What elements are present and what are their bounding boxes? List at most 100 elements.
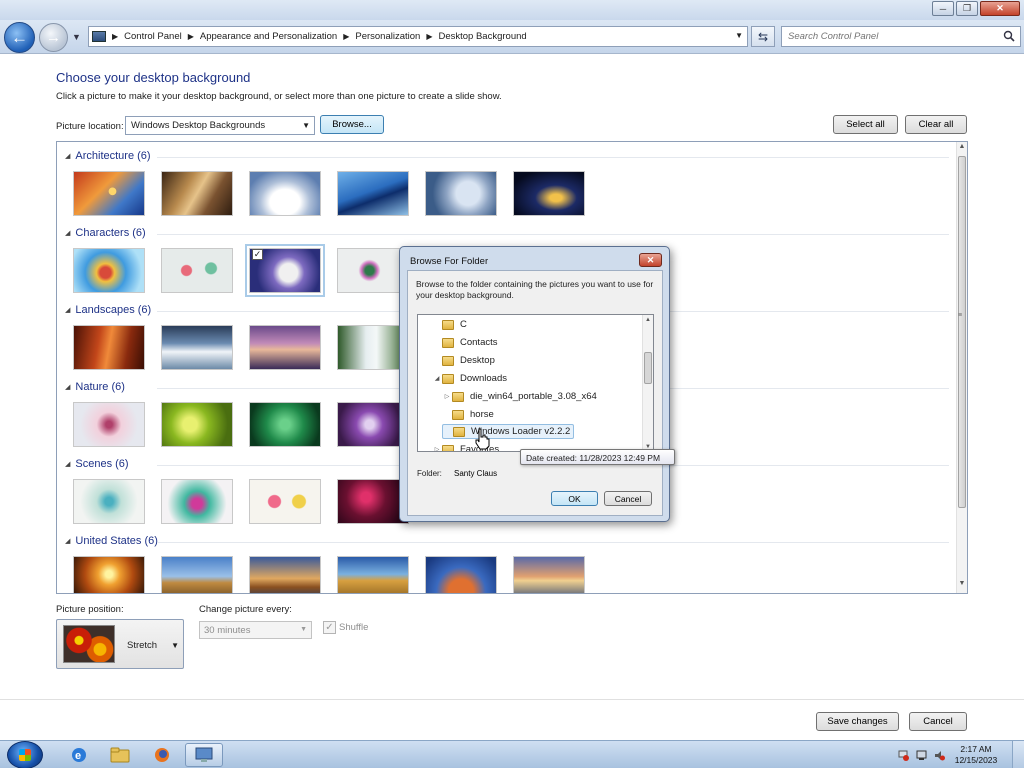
wallpaper-thumbnail[interactable] — [161, 248, 233, 293]
clear-all-button[interactable]: Clear all — [905, 115, 967, 134]
breadcrumb-control-panel[interactable]: Control Panel — [124, 31, 182, 42]
group-characters[interactable]: ◢ Characters (6) — [65, 227, 146, 239]
forward-button[interactable]: → — [39, 23, 68, 52]
system-clock[interactable]: 2:17 AM 12/15/2023 — [946, 744, 1006, 766]
save-changes-button[interactable]: Save changes — [816, 712, 899, 731]
action-center-flag-icon[interactable] — [898, 750, 909, 761]
ok-button[interactable]: OK — [551, 491, 598, 506]
tree-item-label: Downloads — [460, 373, 507, 384]
wallpaper-thumbnail[interactable] — [161, 171, 233, 216]
chevron-right-icon[interactable]: ▶ — [112, 32, 118, 41]
gallery-scrollbar[interactable]: ▲ ≡ ▼ — [956, 142, 967, 593]
wallpaper-thumbnail[interactable] — [337, 556, 409, 593]
taskbar-control-panel-icon[interactable] — [185, 743, 223, 767]
wallpaper-thumbnail[interactable] — [249, 325, 321, 370]
group-nature[interactable]: ◢ Nature (6) — [65, 381, 125, 393]
checkmark-icon[interactable]: ✓ — [252, 249, 263, 260]
wallpaper-thumbnail[interactable] — [161, 325, 233, 370]
wallpaper-thumbnail-selected[interactable]: ✓ — [245, 244, 325, 297]
tree-item[interactable]: Desktop — [432, 353, 495, 368]
close-icon[interactable]: ✕ — [980, 1, 1020, 16]
breadcrumb-appearance[interactable]: Appearance and Personalization — [200, 31, 337, 42]
chevron-right-icon[interactable]: ▶ — [343, 32, 349, 41]
wallpaper-thumbnail[interactable] — [161, 402, 233, 447]
folder-icon — [442, 373, 454, 384]
wallpaper-thumbnail[interactable] — [249, 402, 321, 447]
wallpaper-thumbnail[interactable] — [249, 171, 321, 216]
select-all-button[interactable]: Select all — [833, 115, 898, 134]
group-landscapes[interactable]: ◢ Landscapes (6) — [65, 304, 151, 316]
tree-scrollbar[interactable]: ▲ ▼ — [642, 315, 653, 451]
group-scenes[interactable]: ◢ Scenes (6) — [65, 458, 129, 470]
search-icon[interactable] — [1003, 30, 1015, 42]
tree-item[interactable]: C — [432, 317, 467, 332]
restore-icon[interactable]: ❐ — [956, 1, 978, 16]
tree-item[interactable]: Contacts — [432, 335, 498, 350]
scroll-down-icon[interactable]: ▼ — [957, 580, 967, 592]
start-button[interactable] — [7, 741, 43, 768]
refresh-button[interactable]: ⇆ — [751, 26, 775, 47]
scrollbar-thumb[interactable] — [644, 352, 652, 384]
wallpaper-thumbnail[interactable] — [513, 556, 585, 593]
cancel-button[interactable]: Cancel — [909, 712, 967, 731]
folder-field[interactable] — [454, 465, 654, 481]
taskbar-explorer-icon[interactable] — [101, 743, 139, 767]
show-desktop-button[interactable] — [1012, 741, 1024, 768]
wallpaper-thumbnail[interactable] — [337, 171, 409, 216]
group-united-states[interactable]: ◢ United States (6) — [65, 535, 158, 547]
scroll-up-icon[interactable]: ▲ — [643, 317, 653, 323]
taskbar-firefox-icon[interactable] — [143, 743, 181, 767]
wallpaper-thumbnail[interactable] — [161, 556, 233, 593]
collapse-triangle-icon[interactable]: ◢ — [65, 383, 70, 391]
chevron-right-icon[interactable]: ▶ — [188, 32, 194, 41]
recent-pages-dropdown[interactable]: ▼ — [72, 32, 81, 42]
network-icon[interactable] — [916, 750, 927, 761]
wallpaper-thumbnail[interactable] — [249, 479, 321, 524]
collapsed-triangle-icon[interactable]: ▷ — [432, 446, 442, 451]
scroll-up-icon[interactable]: ▲ — [957, 143, 967, 155]
tree-item-selected[interactable]: Windows Loader v2.2.2 — [442, 424, 575, 439]
chevron-right-icon[interactable]: ▶ — [426, 32, 432, 41]
picture-location-select[interactable]: Windows Desktop Backgrounds ▼ — [125, 116, 315, 135]
tree-item[interactable]: horse — [442, 407, 494, 422]
wallpaper-thumbnail[interactable] — [513, 171, 585, 216]
dialog-cancel-button[interactable]: Cancel — [604, 491, 652, 506]
tree-item-label: Contacts — [460, 337, 498, 348]
expanded-triangle-icon[interactable]: ◢ — [432, 375, 442, 382]
wallpaper-thumbnail[interactable] — [73, 556, 145, 593]
wallpaper-thumbnail[interactable] — [249, 556, 321, 593]
group-architecture[interactable]: ◢ Architecture (6) — [65, 150, 151, 162]
chevron-down-icon[interactable]: ▼ — [735, 31, 743, 40]
tree-item[interactable]: ◢ Downloads — [432, 371, 507, 386]
collapse-triangle-icon[interactable]: ◢ — [65, 229, 70, 237]
back-button[interactable]: ← — [4, 22, 35, 53]
wallpaper-thumbnail[interactable] — [73, 479, 145, 524]
collapse-triangle-icon[interactable]: ◢ — [65, 306, 70, 314]
address-bar[interactable]: ▶ Control Panel ▶ Appearance and Persona… — [88, 26, 748, 47]
wallpaper-thumbnail[interactable] — [425, 171, 497, 216]
taskbar-ie-icon[interactable]: e — [60, 743, 98, 767]
wallpaper-thumbnail[interactable] — [73, 325, 145, 370]
shuffle-checkbox[interactable]: ✓ — [323, 621, 336, 634]
picture-position-select[interactable]: Stretch ▼ — [56, 619, 184, 669]
scrollbar-thumb[interactable] — [958, 156, 966, 508]
breadcrumb-personalization[interactable]: Personalization — [355, 31, 420, 42]
minimize-icon[interactable]: ─ — [932, 1, 954, 16]
wallpaper-thumbnail[interactable] — [73, 171, 145, 216]
collapsed-triangle-icon[interactable]: ▷ — [442, 393, 452, 400]
wallpaper-thumbnail[interactable] — [73, 248, 145, 293]
collapse-triangle-icon[interactable]: ◢ — [65, 537, 70, 545]
change-picture-select[interactable]: 30 minutes ▼ — [199, 621, 312, 639]
collapse-triangle-icon[interactable]: ◢ — [65, 152, 70, 160]
control-panel-icon — [195, 747, 213, 762]
browse-button[interactable]: Browse... — [320, 115, 384, 134]
wallpaper-thumbnail[interactable] — [73, 402, 145, 447]
volume-muted-icon[interactable] — [934, 750, 945, 761]
wallpaper-thumbnail[interactable] — [161, 479, 233, 524]
search-input[interactable] — [782, 27, 992, 46]
collapse-triangle-icon[interactable]: ◢ — [65, 460, 70, 468]
breadcrumb-desktop-background[interactable]: Desktop Background — [438, 31, 526, 42]
close-icon[interactable]: ✕ — [639, 253, 662, 267]
wallpaper-thumbnail[interactable] — [425, 556, 497, 593]
tree-item[interactable]: ▷ die_win64_portable_3.08_x64 — [442, 389, 597, 404]
